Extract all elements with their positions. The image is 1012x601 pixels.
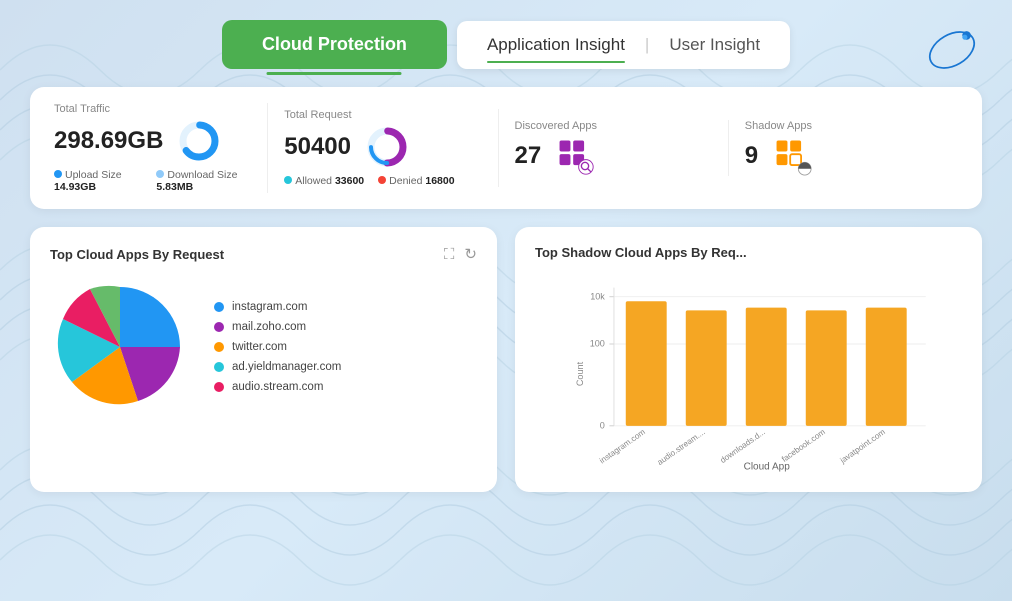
- tab-cloud-protection[interactable]: Cloud Protection: [222, 20, 447, 69]
- tab-divider: |: [645, 35, 649, 55]
- total-traffic-label: Total Traffic: [54, 103, 251, 115]
- total-traffic-sub: Upload Size 14.93GB Download Size 5.83MB: [54, 169, 251, 193]
- tab-user-insight[interactable]: User Insight: [669, 35, 760, 55]
- pie-chart-svg: [50, 277, 190, 417]
- svg-text:javatpoint.com: javatpoint.com: [838, 427, 887, 465]
- pie-area: instagram.com mail.zoho.com twitter.com …: [50, 277, 477, 417]
- x-axis-label: Cloud App: [744, 461, 791, 472]
- total-request-label: Total Request: [284, 109, 481, 121]
- bar-facebook: [806, 310, 847, 425]
- bar-downloads: [746, 308, 787, 426]
- bar-instagram: [626, 301, 667, 426]
- svg-text:Count: Count: [575, 361, 585, 386]
- legend-dot-instagram: [214, 302, 224, 312]
- legend-dot-audiostream: [214, 382, 224, 392]
- header-tabs: Cloud Protection Application Insight | U…: [30, 20, 982, 69]
- discovered-apps-icon: [555, 136, 595, 176]
- svg-text:100: 100: [590, 339, 605, 349]
- total-request-sub: Allowed 33600 Denied 16800: [284, 175, 481, 187]
- bar-chart-card: Top Shadow Cloud Apps By Req... Count 10…: [515, 227, 982, 492]
- legend-item-audiostream: audio.stream.com: [214, 381, 341, 393]
- svg-text:facebook.com: facebook.com: [780, 427, 827, 464]
- discovered-apps-value: 27: [515, 136, 712, 176]
- stat-shadow-apps: Shadow Apps 9: [729, 120, 958, 176]
- stats-row: Total Traffic 298.69GB Upload Size 14.93…: [30, 87, 982, 209]
- svg-text:10k: 10k: [590, 291, 605, 301]
- pie-chart-card: Top Cloud Apps By Request ⛶ ↻: [30, 227, 497, 492]
- pie-chart-actions: ⛶ ↻: [444, 245, 477, 263]
- discovered-apps-label: Discovered Apps: [515, 120, 712, 132]
- legend-item-twitter: twitter.com: [214, 341, 341, 353]
- tab-application-insight[interactable]: Application Insight: [487, 35, 625, 55]
- orbit-icon: [922, 20, 982, 80]
- stat-total-request: Total Request 50400 Allowed 33600 Denied…: [268, 109, 498, 187]
- svg-text:audio.stream....: audio.stream....: [656, 427, 707, 467]
- pie-chart-title: Top Cloud Apps By Request: [50, 247, 224, 262]
- pie-legend: instagram.com mail.zoho.com twitter.com …: [214, 301, 341, 393]
- bar-chart-svg: Count 10k 100 0: [535, 274, 962, 474]
- legend-item-instagram: instagram.com: [214, 301, 341, 313]
- charts-row: Top Cloud Apps By Request ⛶ ↻: [30, 227, 982, 492]
- total-traffic-value: 298.69GB: [54, 119, 251, 163]
- request-donut-chart: [365, 125, 409, 169]
- stat-total-traffic: Total Traffic 298.69GB Upload Size 14.93…: [54, 103, 268, 193]
- svg-text:instagram.com: instagram.com: [598, 427, 647, 465]
- bar-chart-header: Top Shadow Cloud Apps By Req...: [535, 245, 962, 260]
- svg-text:0: 0: [600, 421, 605, 431]
- shadow-apps-icon: [772, 136, 812, 176]
- bar-javatpoint: [866, 308, 907, 426]
- shadow-apps-value: 9: [745, 136, 942, 176]
- traffic-donut-chart: [177, 119, 221, 163]
- legend-dot-yieldmanager: [214, 362, 224, 372]
- refresh-icon[interactable]: ↻: [464, 245, 477, 263]
- stat-discovered-apps: Discovered Apps 27: [499, 120, 729, 176]
- shadow-apps-label: Shadow Apps: [745, 120, 942, 132]
- bar-audiostream: [686, 310, 727, 425]
- bar-chart-title: Top Shadow Cloud Apps By Req...: [535, 245, 747, 260]
- expand-icon[interactable]: ⛶: [444, 246, 455, 263]
- bar-chart-area: Count 10k 100 0: [535, 274, 962, 474]
- tabs-right: Application Insight | User Insight: [457, 21, 790, 69]
- svg-text:downloads.d...: downloads.d...: [719, 427, 767, 465]
- total-request-value: 50400: [284, 125, 481, 169]
- legend-item-yieldmanager: ad.yieldmanager.com: [214, 361, 341, 373]
- pie-chart-header: Top Cloud Apps By Request ⛶ ↻: [50, 245, 477, 263]
- legend-dot-twitter: [214, 342, 224, 352]
- legend-dot-zoho: [214, 322, 224, 332]
- legend-item-zoho: mail.zoho.com: [214, 321, 341, 333]
